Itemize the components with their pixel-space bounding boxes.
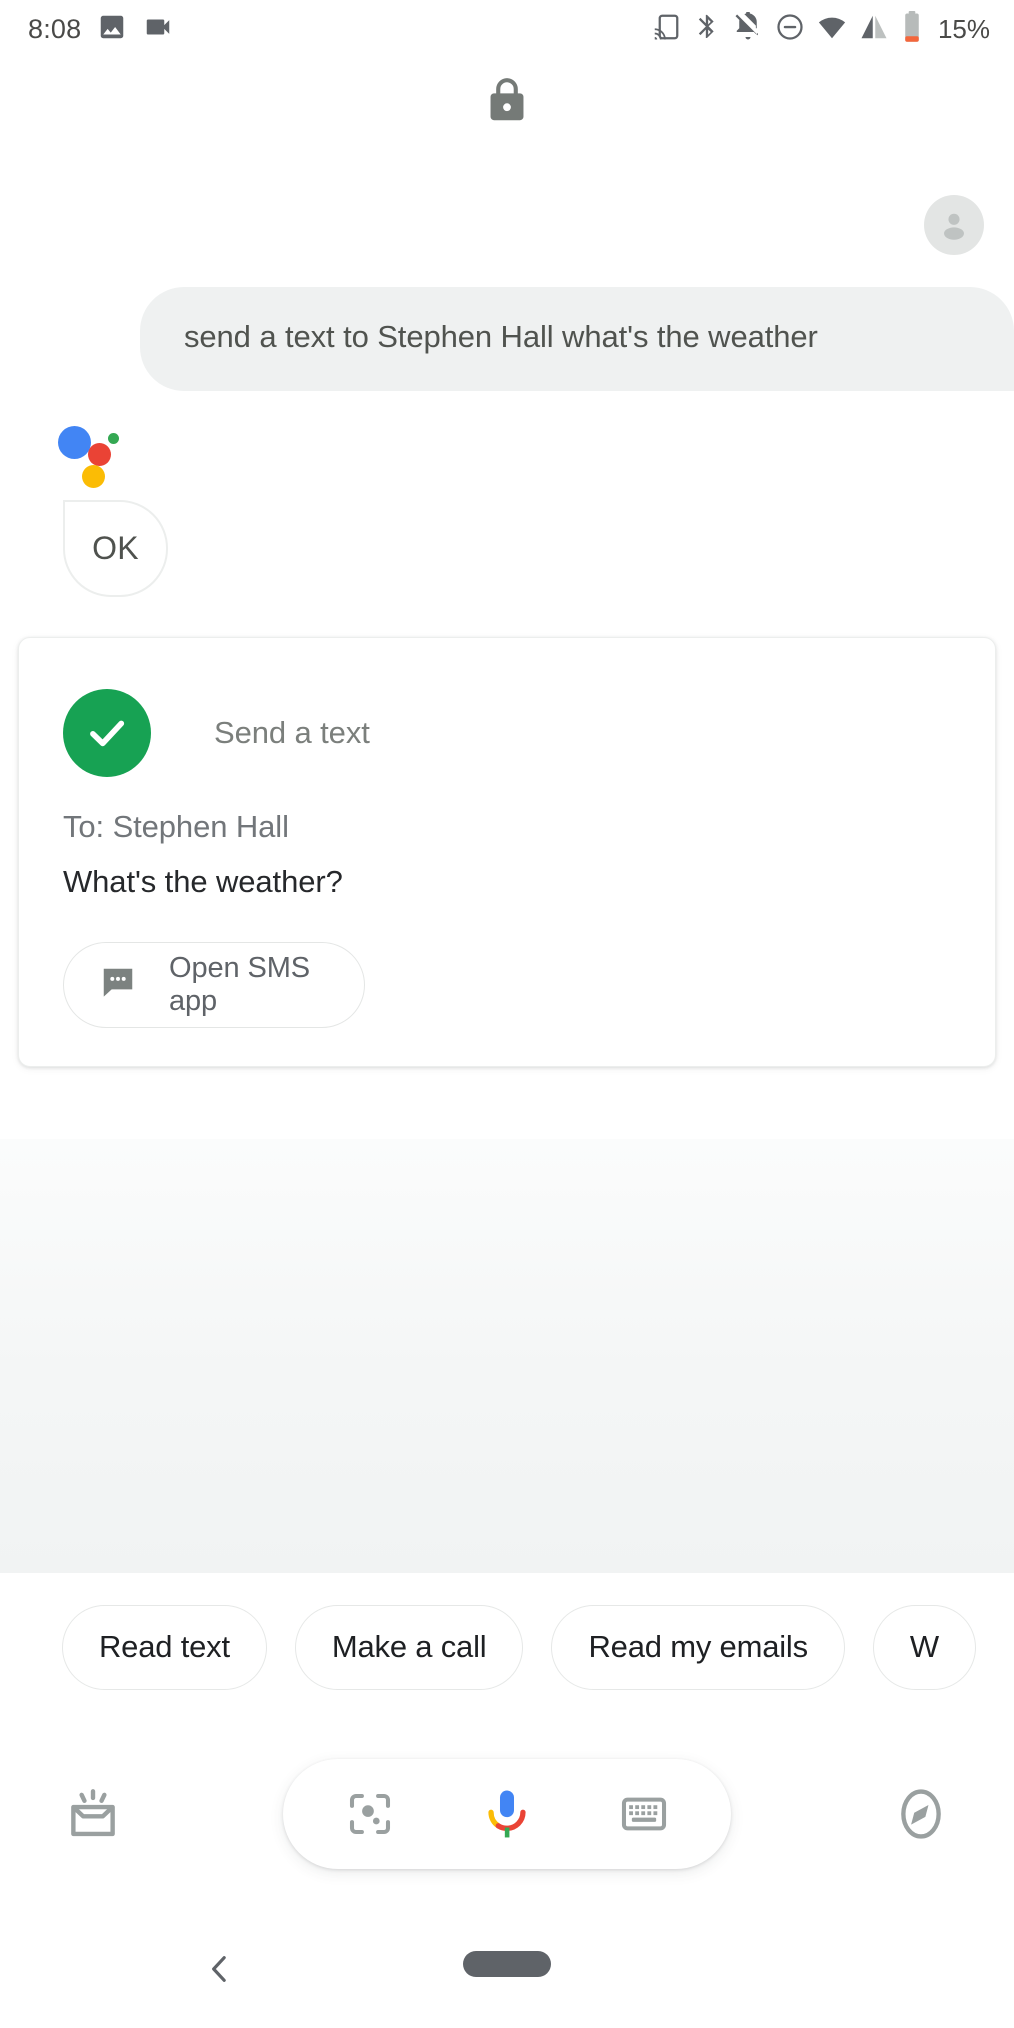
chat-bubble-icon — [99, 964, 137, 1007]
google-assistant-logo — [58, 417, 128, 488]
card-header: Send a text — [19, 681, 995, 785]
do-not-disturb-icon — [775, 12, 805, 47]
wifi-icon — [817, 12, 847, 47]
assistant-dot-blue — [58, 426, 91, 459]
assistant-input-pill[interactable] — [283, 1759, 731, 1869]
avatar — [924, 195, 984, 255]
assistant-screen: 8:08 15% send a text to Stephen Hall wha… — [0, 0, 1014, 2028]
battery-percent-label: 15% — [937, 13, 990, 44]
google-mic-icon[interactable] — [472, 1779, 542, 1849]
google-lens-icon[interactable] — [335, 1779, 405, 1849]
status-bar-left: 8:08 — [28, 12, 173, 47]
assistant-reply-bubble: OK — [63, 500, 168, 597]
system-nav-bar — [0, 1907, 1014, 2028]
suggestion-chip-bar[interactable]: Read text Make a call Read my emails W — [0, 1573, 1014, 1721]
assistant-dot-yellow — [82, 465, 105, 488]
keyboard-icon[interactable] — [609, 1779, 679, 1849]
cast-icon — [651, 12, 681, 47]
explore-compass-icon[interactable] — [878, 1771, 964, 1857]
suggestion-chip-3[interactable]: W — [872, 1604, 976, 1690]
status-bar: 8:08 15% — [0, 0, 1014, 58]
bluetooth-icon — [693, 13, 721, 46]
back-chevron-icon[interactable] — [190, 1941, 250, 1997]
cellular-signal-icon — [859, 12, 889, 47]
user-query-bubble: send a text to Stephen Hall what's the w… — [140, 287, 1014, 391]
bottom-action-bar — [0, 1721, 1014, 1907]
battery-icon — [901, 10, 923, 48]
open-sms-app-button[interactable]: Open SMS app — [63, 942, 365, 1028]
status-clock: 8:08 — [28, 13, 82, 44]
assistant-dot-red — [88, 443, 111, 466]
open-sms-app-label: Open SMS app — [169, 952, 311, 1017]
photo-icon — [97, 12, 127, 47]
card-title: Send a text — [214, 715, 370, 750]
conversation: send a text to Stephen Hall what's the w… — [0, 140, 1014, 1067]
snapshot-icon[interactable] — [50, 1771, 136, 1857]
scroll-fade-area — [0, 1139, 1014, 1573]
lock-icon — [481, 76, 533, 133]
assistant-dot-green — [108, 433, 119, 444]
recipient-line: To: Stephen Hall — [63, 809, 289, 844]
video-camera-icon — [143, 12, 173, 47]
check-circle-icon — [63, 689, 151, 777]
user-avatar-icon — [944, 213, 964, 240]
suggestion-chip-1[interactable]: Make a call — [294, 1604, 524, 1690]
suggestion-chip-0[interactable]: Read text — [62, 1604, 267, 1690]
suggestion-chip-2[interactable]: Read my emails — [551, 1604, 845, 1690]
status-bar-right: 15% — [651, 10, 990, 48]
user-query-text: send a text to Stephen Hall what's the w… — [184, 318, 818, 354]
assistant-reply-text: OK — [92, 530, 139, 566]
user-turn: send a text to Stephen Hall what's the w… — [0, 140, 1014, 391]
send-text-result-card[interactable]: Send a text To: Stephen Hall What's the … — [18, 637, 996, 1067]
lock-row — [0, 76, 1014, 133]
home-pill-icon[interactable] — [463, 1951, 551, 1977]
message-line: What's the weather? — [63, 864, 343, 899]
card-body: To: Stephen Hall What's the weather? — [19, 809, 995, 900]
notifications-muted-icon — [733, 10, 763, 47]
